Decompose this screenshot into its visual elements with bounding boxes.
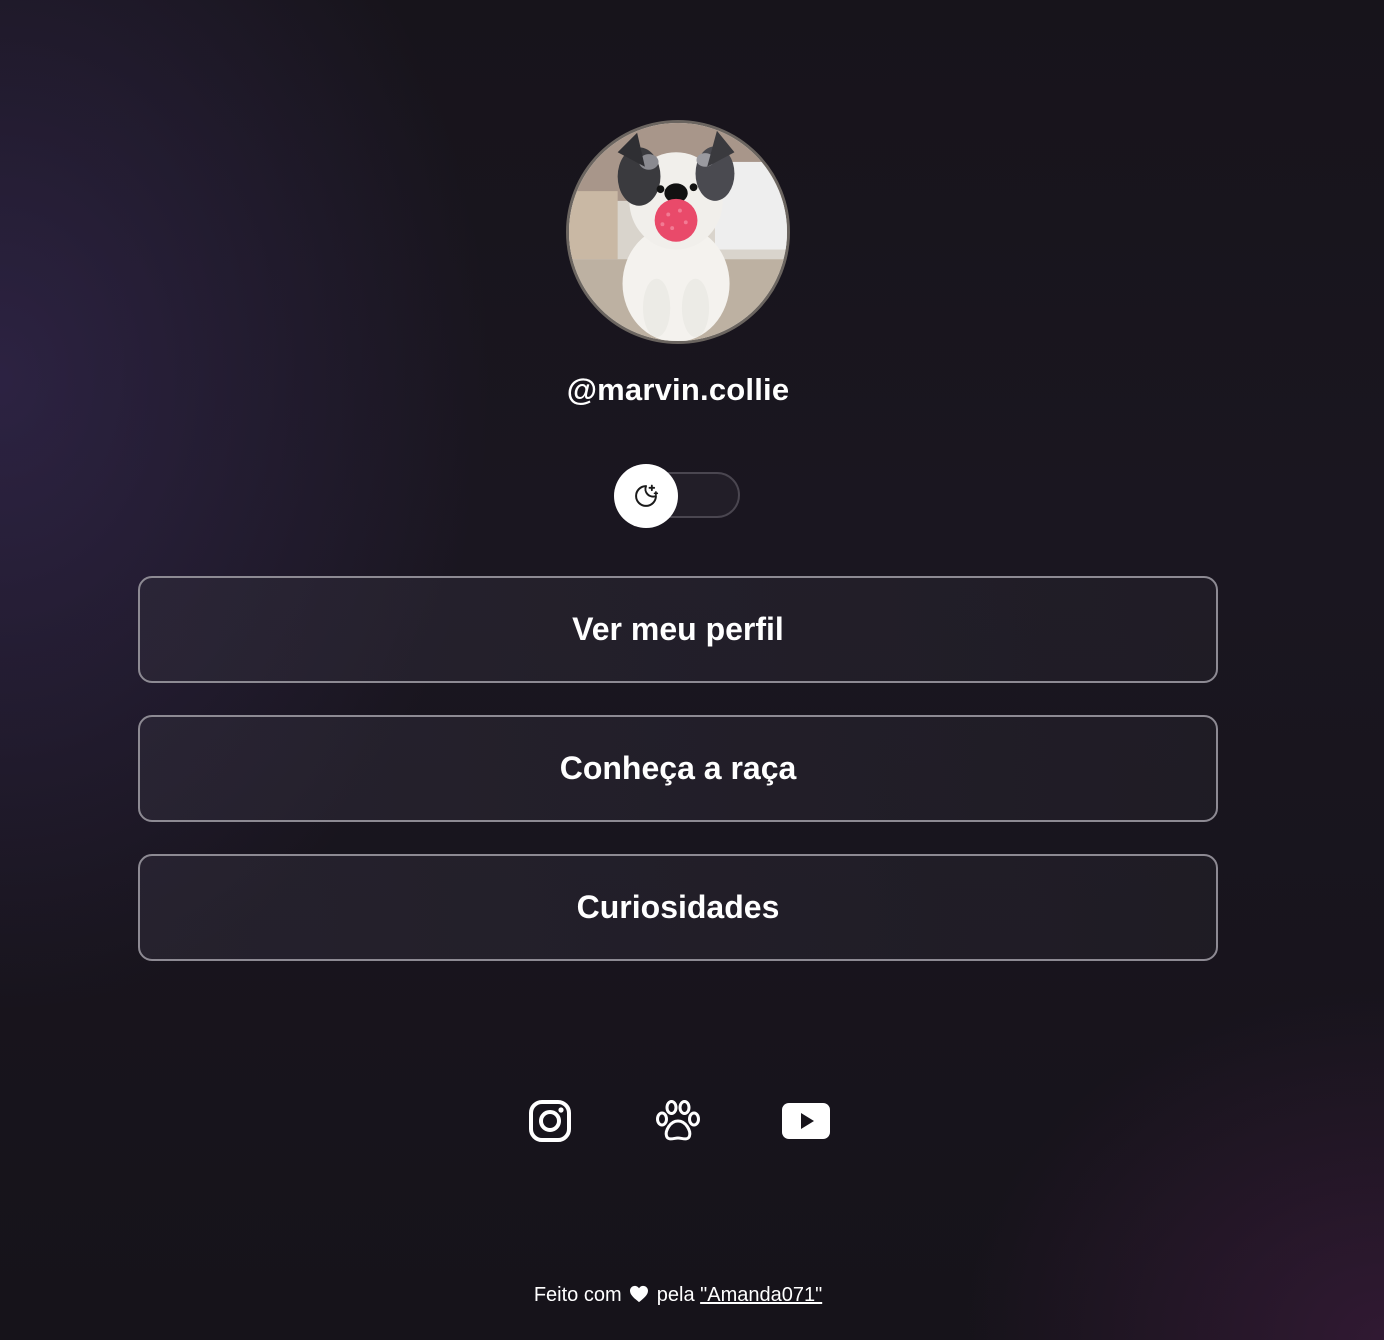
instagram-link[interactable]: [523, 1094, 577, 1148]
toggle-knob[interactable]: [614, 464, 678, 528]
footer: Feito com pela "Amanda071": [0, 1284, 1356, 1307]
paw-link[interactable]: [651, 1094, 705, 1148]
author-link[interactable]: "Amanda071": [700, 1284, 822, 1306]
link-button-curiosidades[interactable]: Curiosidades: [138, 854, 1218, 961]
footer-middle: pela: [656, 1284, 695, 1306]
heart-icon: [630, 1285, 649, 1303]
instagram-icon: [529, 1100, 571, 1142]
link-button-conheca-a-raca[interactable]: Conheça a raça: [138, 715, 1218, 822]
moon-stars-icon: [635, 484, 659, 507]
dog-photo: [569, 123, 787, 341]
avatar: [566, 120, 790, 344]
footer-prefix: Feito com: [533, 1284, 622, 1306]
youtube-link[interactable]: [779, 1094, 833, 1148]
username: @marvin.collie: [566, 372, 790, 407]
theme-toggle[interactable]: [614, 464, 742, 528]
link-button-ver-meu-perfil[interactable]: Ver meu perfil: [138, 576, 1218, 683]
youtube-icon: [782, 1103, 830, 1139]
paw-icon: [656, 1100, 700, 1141]
